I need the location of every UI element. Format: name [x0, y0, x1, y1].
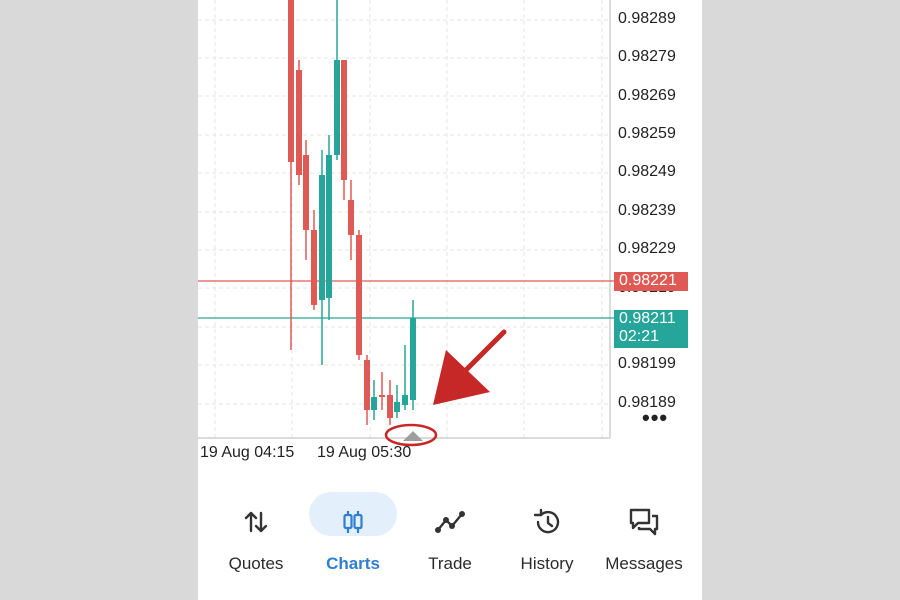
price-level-label: 0.98289	[618, 10, 676, 27]
nav-label-trade: Trade	[428, 554, 472, 573]
price-level-label: 0.98249	[618, 163, 676, 180]
candle-body	[402, 395, 408, 405]
annotation-arrow-head	[433, 350, 490, 405]
bid-price-value: 0.98211	[619, 310, 676, 327]
candle-body	[311, 230, 317, 305]
nav-label-quotes: Quotes	[228, 554, 284, 573]
trend-line-icon	[430, 500, 470, 544]
price-level-label: 0.98279	[618, 48, 676, 65]
nav-item-trade[interactable]: Trade	[402, 492, 498, 582]
price-chart[interactable]: 0.98289 0.98279 0.98269 0.98259 0.98249 …	[198, 0, 702, 470]
candle-countdown: 02:21	[619, 328, 660, 345]
candle-body	[364, 360, 370, 410]
candle-body	[319, 175, 325, 300]
price-level-label: 0.98229	[618, 240, 676, 257]
price-level-label: 0.98239	[618, 202, 676, 219]
candle-body	[334, 60, 340, 155]
annotation-arrow-shaft	[463, 329, 507, 373]
price-level-label: 0.98199	[618, 355, 676, 372]
candle-body	[341, 60, 347, 180]
candle-body	[356, 235, 362, 355]
quotes-arrows-icon	[236, 500, 276, 544]
candlestick-icon	[333, 500, 373, 544]
scroll-handle-icon	[403, 431, 423, 441]
ask-price-badge: 0.98221	[614, 272, 688, 291]
history-clock-icon	[527, 500, 567, 544]
time-axis-label: 19 Aug 04:15	[200, 444, 295, 461]
nav-item-charts[interactable]: Charts	[305, 492, 401, 582]
nav-item-messages[interactable]: Messages	[596, 492, 692, 582]
candle-body	[410, 318, 416, 400]
bid-price-badge: 0.98211 02:21	[614, 310, 688, 348]
messages-icon	[624, 500, 664, 544]
more-options-icon[interactable]: •••	[642, 405, 668, 431]
nav-item-history[interactable]: History	[499, 492, 595, 582]
candle-body	[296, 70, 302, 175]
price-level-label: 0.98269	[618, 87, 676, 104]
price-level-label: 0.98259	[618, 125, 676, 142]
candle-body	[326, 155, 332, 298]
candle-body	[379, 395, 385, 397]
candle-body	[303, 155, 309, 230]
candle-body	[371, 397, 377, 410]
nav-item-quotes[interactable]: Quotes	[208, 492, 304, 582]
candle-body	[387, 395, 393, 418]
bottom-navigation: Quotes Charts Trade History Messages	[198, 480, 702, 600]
candle-body	[348, 200, 354, 235]
candle-body	[394, 402, 400, 412]
nav-label-history: History	[520, 554, 574, 573]
nav-label-charts: Charts	[326, 554, 380, 573]
time-axis-label: 19 Aug 05:30	[317, 444, 412, 461]
nav-label-messages: Messages	[605, 554, 683, 573]
mobile-screen: 0.98289 0.98279 0.98269 0.98259 0.98249 …	[198, 0, 702, 600]
candle-body	[288, 0, 294, 162]
